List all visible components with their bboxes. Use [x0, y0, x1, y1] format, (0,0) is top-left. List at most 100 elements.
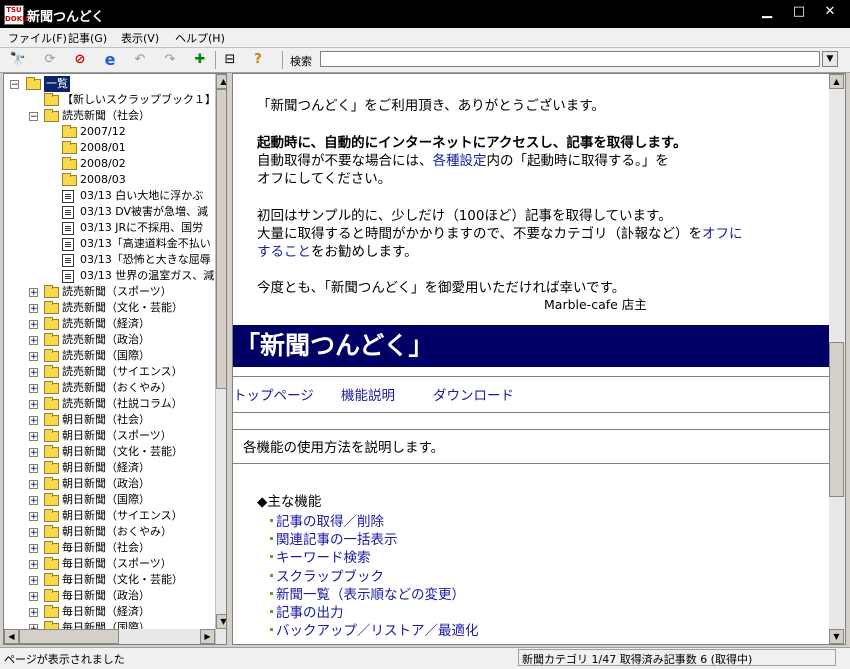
tree-item[interactable]: 【新しいスクラップブック１】 [4, 92, 216, 108]
feature-link[interactable]: スクラップブック [276, 565, 384, 585]
tree-item[interactable]: + 朝日新聞（社会） [4, 412, 214, 428]
tree-item[interactable]: 03/13「高速道料金不払い [4, 236, 214, 252]
tree-item[interactable]: 2008/03 [4, 172, 214, 188]
tree-item[interactable]: + 毎日新聞（政治） [4, 588, 214, 604]
redo-icon[interactable]: ↷ [160, 50, 180, 70]
feature-link[interactable]: 記事の取得／削除 [276, 510, 384, 530]
expand-icon[interactable]: + [29, 288, 38, 298]
tree-item[interactable]: + 読売新聞（国際） [4, 348, 214, 364]
expand-icon[interactable]: + [29, 592, 38, 602]
nav-download-link[interactable]: ダウンロード [433, 384, 514, 404]
tree-item[interactable]: + 朝日新聞（経済） [4, 460, 214, 476]
tree-item[interactable]: + 朝日新聞（サイエンス） [4, 508, 214, 524]
tree-item[interactable]: + 毎日新聞（スポーツ） [4, 556, 214, 572]
menu-view[interactable]: 表示(V) [121, 30, 159, 46]
expand-icon[interactable]: + [29, 400, 38, 410]
help-icon[interactable]: ? [248, 50, 268, 70]
scroll-thumb[interactable] [216, 89, 226, 389]
expand-icon[interactable]: + [29, 368, 38, 378]
content-scrollbar[interactable]: ▲ ▼ [829, 74, 845, 644]
tree-item[interactable]: + 朝日新聞（国際） [4, 492, 214, 508]
tree-item[interactable]: 03/13「恐怖と大きな屈辱 [4, 252, 214, 268]
nav-top-link[interactable]: トップページ [233, 384, 314, 404]
menu-article[interactable]: 記事(G) [68, 30, 107, 46]
tree-item[interactable]: − 読売新聞（社会） [4, 108, 214, 124]
tree-item[interactable]: + 毎日新聞（経済） [4, 604, 214, 620]
expand-icon[interactable]: + [29, 336, 38, 346]
maximize-button[interactable]: □ [784, 2, 814, 22]
expand-icon[interactable]: + [29, 528, 38, 538]
expand-icon[interactable]: + [29, 560, 38, 570]
expand-icon[interactable]: + [29, 464, 38, 474]
expand-icon[interactable]: + [29, 448, 38, 458]
expand-icon[interactable]: + [29, 416, 38, 426]
expand-icon[interactable]: + [29, 304, 38, 314]
scroll-up-icon[interactable]: ▲ [216, 74, 226, 89]
expand-icon[interactable]: + [29, 608, 38, 618]
tree-item[interactable]: 03/13 世界の温室ガス、減 [4, 268, 214, 284]
tree-item[interactable]: 03/13 DV被害が急増、減 [4, 204, 214, 220]
tree-item[interactable]: + 読売新聞（スポーツ） [4, 284, 214, 300]
scroll-thumb[interactable] [829, 342, 844, 497]
expand-icon[interactable]: + [29, 432, 38, 442]
tree-item[interactable]: + 読売新聞（おくやみ） [4, 380, 214, 396]
undo-icon[interactable]: ↶ [130, 50, 150, 70]
tree-item[interactable]: + 朝日新聞（文化・芸能） [4, 444, 214, 460]
feature-link[interactable]: 記事の出力 [276, 601, 344, 621]
expand-icon[interactable]: + [29, 512, 38, 522]
tree-item[interactable]: 03/13 白い大地に浮かぶ [4, 188, 214, 204]
collapse-icon[interactable]: − [29, 112, 38, 122]
refresh-icon[interactable]: ⟳ [40, 50, 60, 70]
tree-hscrollbar[interactable]: ◀ ▶ [4, 629, 215, 644]
settings-link[interactable]: 各種設定 [433, 153, 487, 169]
hscroll-thumb[interactable] [19, 629, 119, 644]
expand-icon[interactable]: + [29, 384, 38, 394]
ie-icon[interactable]: e [100, 50, 120, 70]
off-link[interactable]: オフに [702, 226, 743, 242]
search-dropdown-icon[interactable]: ▼ [822, 51, 838, 67]
tree-item[interactable]: + 読売新聞（社説コラム） [4, 396, 214, 412]
tree-item[interactable]: + 読売新聞（サイエンス） [4, 364, 214, 380]
feature-link[interactable]: 新聞一覧（表示順などの変更） [276, 583, 465, 603]
feature-link[interactable]: キーワード検索 [276, 546, 371, 566]
layout-icon[interactable]: ⊟ [220, 50, 240, 70]
scroll-right-icon[interactable]: ▶ [200, 629, 215, 644]
scroll-up-icon[interactable]: ▲ [829, 74, 844, 89]
scroll-down-icon[interactable]: ▼ [216, 614, 226, 629]
tree-item[interactable]: + 読売新聞（政治） [4, 332, 214, 348]
close-button[interactable]: ✕ [815, 2, 845, 22]
title-bar[interactable]: TSU DOKU 新聞つんどく ▁ □ ✕ [0, 0, 850, 28]
tree-item[interactable]: + 朝日新聞（おくやみ） [4, 524, 214, 540]
tree-item[interactable]: + 読売新聞（経済） [4, 316, 214, 332]
minimize-button[interactable]: ▁ [752, 2, 782, 22]
tree-item[interactable]: + 朝日新聞（スポーツ） [4, 428, 214, 444]
tree-item[interactable]: 2008/02 [4, 156, 214, 172]
app-icon[interactable]: TSU DOKU [4, 5, 28, 25]
menu-file[interactable]: ファイル(F) [8, 30, 67, 46]
expand-icon[interactable]: + [29, 352, 38, 362]
feature-link[interactable]: 関連記事の一括表示 [276, 528, 398, 548]
tree-item[interactable]: + 朝日新聞（政治） [4, 476, 214, 492]
scroll-left-icon[interactable]: ◀ [4, 629, 19, 644]
add-icon[interactable]: ✚ [190, 50, 210, 70]
tree-scrollbar[interactable]: ▲ ▼ [215, 74, 226, 644]
search-input[interactable] [320, 51, 820, 67]
scroll-down-icon[interactable]: ▼ [829, 629, 844, 644]
collapse-icon[interactable]: − [10, 80, 19, 90]
tree-item[interactable]: + 毎日新聞（文化・芸能） [4, 572, 214, 588]
expand-icon[interactable]: + [29, 544, 38, 554]
tree-item[interactable]: 03/13 JRに不採用、国労 [4, 220, 214, 236]
article-view[interactable]: 「新聞つんどく」をご利用頂き、ありがとうございます。 起動時に、自動的にインター… [232, 73, 846, 645]
feature-link[interactable]: バックアップ／リストア／最適化 [276, 619, 479, 639]
binoculars-icon[interactable]: 🔭 [8, 50, 28, 70]
expand-icon[interactable]: + [29, 480, 38, 490]
off-link-cont[interactable]: すること [257, 244, 311, 260]
tree-item[interactable]: + 毎日新聞（社会） [4, 540, 214, 556]
expand-icon[interactable]: + [29, 576, 38, 586]
tree-item[interactable]: 2007/12 [4, 124, 214, 140]
expand-icon[interactable]: + [29, 320, 38, 330]
menu-help[interactable]: ヘルプ(H) [175, 30, 225, 46]
tree-root[interactable]: − 一覧 [4, 76, 214, 92]
expand-icon[interactable]: + [29, 496, 38, 506]
nav-features-link[interactable]: 機能説明 [341, 384, 395, 404]
